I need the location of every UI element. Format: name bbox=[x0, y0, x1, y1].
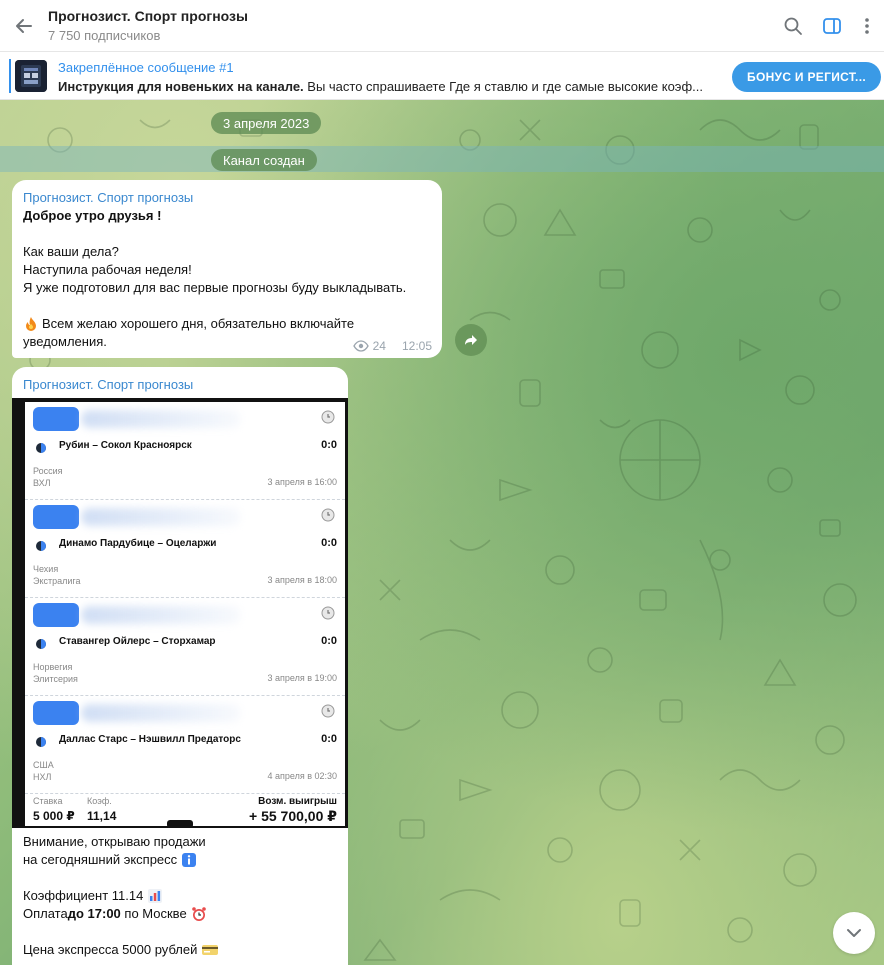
message-bubble-2[interactable]: Прогнозист. Спорт прогнозы Рубин – Сокол… bbox=[12, 367, 348, 965]
match-datetime: 3 апреля в 19:00 bbox=[267, 673, 337, 683]
message-line: Оплата до 17:00 по Москве bbox=[23, 905, 343, 923]
hockey-puck-icon bbox=[36, 737, 46, 747]
chat-area[interactable]: 3 апреля 2023 Канал создан Прогнозист. С… bbox=[0, 100, 884, 965]
blurred-text bbox=[81, 606, 241, 624]
match-teams: Динамо Пардубице – Оцеларжи bbox=[59, 538, 217, 549]
message-line: уведомления. bbox=[23, 334, 107, 349]
back-arrow-icon[interactable] bbox=[10, 12, 38, 40]
message-bubble-1[interactable]: Прогнозист. Спорт прогнозы Доброе утро д… bbox=[12, 180, 442, 358]
bet-match: Динамо Пардубице – Оцеларжи 0:0 Чехия Экс… bbox=[25, 500, 345, 598]
date-label: 3 апреля 2023 bbox=[211, 112, 322, 134]
message-line: Я уже подготовил для вас первые прогнозы… bbox=[23, 280, 407, 295]
coef-label: Коэф. bbox=[87, 796, 112, 806]
message-meta: 24 12:05 bbox=[352, 339, 432, 353]
fire-emoji-icon bbox=[23, 316, 39, 332]
match-teams: Ставангер Ойлерс – Сторхамар bbox=[59, 636, 216, 647]
stake-label: Ставка bbox=[33, 796, 63, 806]
match-score: 0:0 bbox=[321, 537, 337, 549]
pinned-text: Инструкция для новеньких на канале. Вы ч… bbox=[58, 79, 703, 94]
chart-emoji-icon bbox=[147, 888, 163, 904]
clock-icon bbox=[321, 508, 335, 522]
match-teams: Даллас Старс – Нэшвилл Предаторс bbox=[59, 734, 241, 745]
clock-icon bbox=[321, 606, 335, 620]
blurred-text bbox=[81, 704, 241, 722]
hockey-puck-icon bbox=[36, 443, 46, 453]
sport-badge bbox=[33, 505, 79, 529]
sport-badge bbox=[33, 603, 79, 627]
subscriber-count: 7 750 подписчиков bbox=[48, 28, 161, 43]
sidebar-toggle-icon[interactable] bbox=[818, 12, 846, 40]
view-count: 24 bbox=[372, 339, 386, 353]
match-score: 0:0 bbox=[321, 733, 337, 745]
message-text: Внимание, открываю продажи на сегодняшни… bbox=[23, 833, 343, 959]
bet-match: Даллас Старс – Нэшвилл Предаторс 0:0 США… bbox=[25, 696, 345, 794]
message-author[interactable]: Прогнозист. Спорт прогнозы bbox=[23, 190, 193, 205]
bet-match: Ставангер Ойлерс – Сторхамар 0:0 Норвеги… bbox=[25, 598, 345, 696]
blurred-text bbox=[81, 410, 241, 428]
message-line: Всем желаю хорошего дня, обязательно вкл… bbox=[23, 315, 354, 333]
slip-handle bbox=[167, 820, 193, 828]
message-greeting: Доброе утро друзья ! bbox=[23, 208, 162, 223]
clock-icon bbox=[321, 704, 335, 718]
match-country: Чехия Экстралига bbox=[33, 564, 81, 586]
win-value: + 55 700,00 ₽ bbox=[249, 808, 337, 824]
more-vertical-icon[interactable] bbox=[853, 12, 881, 40]
hockey-puck-icon bbox=[36, 541, 46, 551]
pinned-indicator bbox=[9, 59, 11, 93]
channel-created-label: Канал создан bbox=[211, 149, 317, 171]
message-line: Коэффициент 11.14 bbox=[23, 887, 343, 905]
channel-title[interactable]: Прогнозист. Спорт прогнозы bbox=[48, 8, 248, 24]
bet-slip-card: Рубин – Сокол Красноярск 0:0 Россия ВХЛ 3… bbox=[25, 402, 345, 826]
highlight-band bbox=[0, 146, 884, 172]
chevron-down-icon bbox=[847, 929, 861, 937]
clock-icon bbox=[321, 410, 335, 424]
sport-badge bbox=[33, 701, 79, 725]
match-country: США НХЛ bbox=[33, 760, 54, 782]
search-icon[interactable] bbox=[779, 12, 807, 40]
match-teams: Рубин – Сокол Красноярск bbox=[59, 440, 192, 451]
match-datetime: 4 апреля в 02:30 bbox=[267, 771, 337, 781]
bonus-registration-button[interactable]: БОНУС И РЕГИСТ... bbox=[732, 62, 881, 92]
sport-badge bbox=[33, 407, 79, 431]
message-line: Как ваши дела? bbox=[23, 244, 119, 259]
forward-icon[interactable] bbox=[455, 324, 487, 356]
message-line: Цена экспресса 5000 рублей bbox=[23, 941, 343, 959]
coef-value: 11,14 bbox=[87, 809, 117, 823]
pinned-thumbnail bbox=[15, 60, 47, 92]
blurred-text bbox=[81, 508, 241, 526]
message-line: на сегодняшний экспресс bbox=[23, 851, 343, 869]
match-datetime: 3 апреля в 18:00 bbox=[267, 575, 337, 585]
match-datetime: 3 апреля в 16:00 bbox=[267, 477, 337, 487]
message-author[interactable]: Прогнозист. Спорт прогнозы bbox=[23, 377, 193, 392]
match-country: Россия ВХЛ bbox=[33, 466, 63, 488]
bet-slip-image[interactable]: Рубин – Сокол Красноярск 0:0 Россия ВХЛ 3… bbox=[12, 398, 348, 828]
eye-icon bbox=[352, 340, 369, 352]
match-score: 0:0 bbox=[321, 439, 337, 451]
message-line: Наступила рабочая неделя! bbox=[23, 262, 192, 277]
bet-match: Рубин – Сокол Красноярск 0:0 Россия ВХЛ 3… bbox=[25, 402, 345, 500]
stake-value: 5 000 ₽ bbox=[33, 809, 75, 823]
match-country: Норвегия Элитсерия bbox=[33, 662, 78, 684]
credit-card-emoji-icon bbox=[201, 943, 219, 957]
hockey-puck-icon bbox=[36, 639, 46, 649]
info-emoji-icon bbox=[181, 852, 197, 868]
scroll-down-button[interactable] bbox=[833, 912, 875, 954]
win-label: Возм. выигрыш bbox=[258, 796, 337, 807]
match-score: 0:0 bbox=[321, 635, 337, 647]
pinned-title: Закреплённое сообщение #1 bbox=[58, 60, 234, 75]
alarm-clock-emoji-icon bbox=[191, 906, 207, 922]
message-time: 12:05 bbox=[401, 339, 432, 353]
chat-header: Прогнозист. Спорт прогнозы 7 750 подписч… bbox=[0, 0, 884, 52]
message-line: Внимание, открываю продажи bbox=[23, 834, 206, 849]
